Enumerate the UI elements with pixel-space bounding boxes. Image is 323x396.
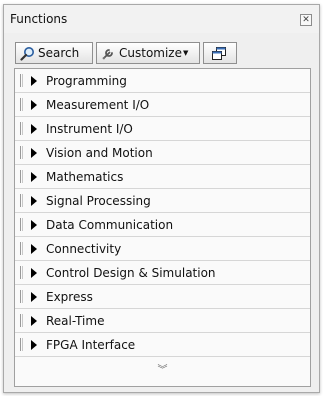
grip-icon [20, 170, 23, 183]
grip-icon [20, 218, 23, 231]
search-icon [20, 46, 34, 61]
category-label: Express [46, 289, 93, 304]
grip-icon [20, 98, 23, 111]
category-label: Vision and Motion [46, 145, 153, 160]
expand-triangle-icon[interactable] [31, 195, 37, 206]
double-chevron-down-icon[interactable]: ︾ [15, 361, 310, 376]
category-row-real-time[interactable]: Real-Time [15, 309, 310, 333]
grip-icon [20, 242, 23, 255]
category-row-programming[interactable]: Programming [15, 69, 310, 93]
expand-triangle-icon[interactable] [31, 267, 37, 278]
category-label: Measurement I/O [46, 97, 150, 112]
grip-icon [20, 314, 23, 327]
category-row-mathematics[interactable]: Mathematics [15, 165, 310, 189]
category-row-connectivity[interactable]: Connectivity [15, 237, 310, 261]
customize-button-label: Customize [119, 46, 182, 60]
category-row-signal-processing[interactable]: Signal Processing [15, 189, 310, 213]
expand-triangle-icon[interactable] [31, 99, 37, 110]
category-label: Programming [46, 73, 127, 88]
expand-triangle-icon[interactable] [31, 291, 37, 302]
category-label: Instrument I/O [46, 121, 133, 136]
view-mode-button[interactable] [203, 42, 237, 64]
search-button[interactable]: Search [15, 42, 93, 64]
grip-icon [20, 74, 23, 87]
category-row-control-design-simulation[interactable]: Control Design & Simulation [15, 261, 310, 285]
expand-triangle-icon[interactable] [31, 147, 37, 158]
expand-triangle-icon[interactable] [31, 339, 37, 350]
grip-icon [20, 266, 23, 279]
grip-icon [20, 290, 23, 303]
grip-icon [20, 338, 23, 351]
category-row-express[interactable]: Express [15, 285, 310, 309]
close-icon[interactable]: ✕ [300, 14, 312, 26]
search-button-label: Search [38, 46, 80, 60]
category-row-data-communication[interactable]: Data Communication [15, 213, 310, 237]
palette-view-icon [211, 46, 226, 60]
functions-palette: Functions ✕ Search Customize ▼ Programmi… [3, 4, 320, 393]
category-row-fpga-interface[interactable]: FPGA Interface [15, 333, 310, 357]
category-label: Signal Processing [46, 193, 151, 208]
category-label: Connectivity [46, 241, 122, 256]
expand-triangle-icon[interactable] [31, 243, 37, 254]
expand-triangle-icon[interactable] [31, 171, 37, 182]
category-row-instrument-io[interactable]: Instrument I/O [15, 117, 310, 141]
wrench-icon [102, 48, 113, 59]
category-label: FPGA Interface [46, 337, 136, 352]
category-row-vision-and-motion[interactable]: Vision and Motion [15, 141, 310, 165]
grip-icon [20, 194, 23, 207]
category-label: Control Design & Simulation [46, 265, 216, 280]
grip-icon [20, 146, 23, 159]
category-label: Data Communication [46, 217, 174, 232]
palette-titlebar[interactable]: Functions ✕ [4, 5, 319, 33]
palette-title: Functions [10, 12, 68, 26]
grip-icon [20, 122, 23, 135]
expand-triangle-icon[interactable] [31, 123, 37, 134]
customize-button[interactable]: Customize ▼ [96, 42, 200, 64]
category-label: Real-Time [46, 313, 105, 328]
category-label: Mathematics [46, 169, 124, 184]
expand-triangle-icon[interactable] [31, 315, 37, 326]
expand-triangle-icon[interactable] [31, 219, 37, 230]
chevron-down-icon: ▼ [183, 49, 189, 57]
category-row-measurement-io[interactable]: Measurement I/O [15, 93, 310, 117]
category-list: Programming Measurement I/O Instrument I… [14, 68, 311, 387]
expand-triangle-icon[interactable] [31, 75, 37, 86]
palette-toolbar: Search Customize ▼ [15, 42, 237, 64]
